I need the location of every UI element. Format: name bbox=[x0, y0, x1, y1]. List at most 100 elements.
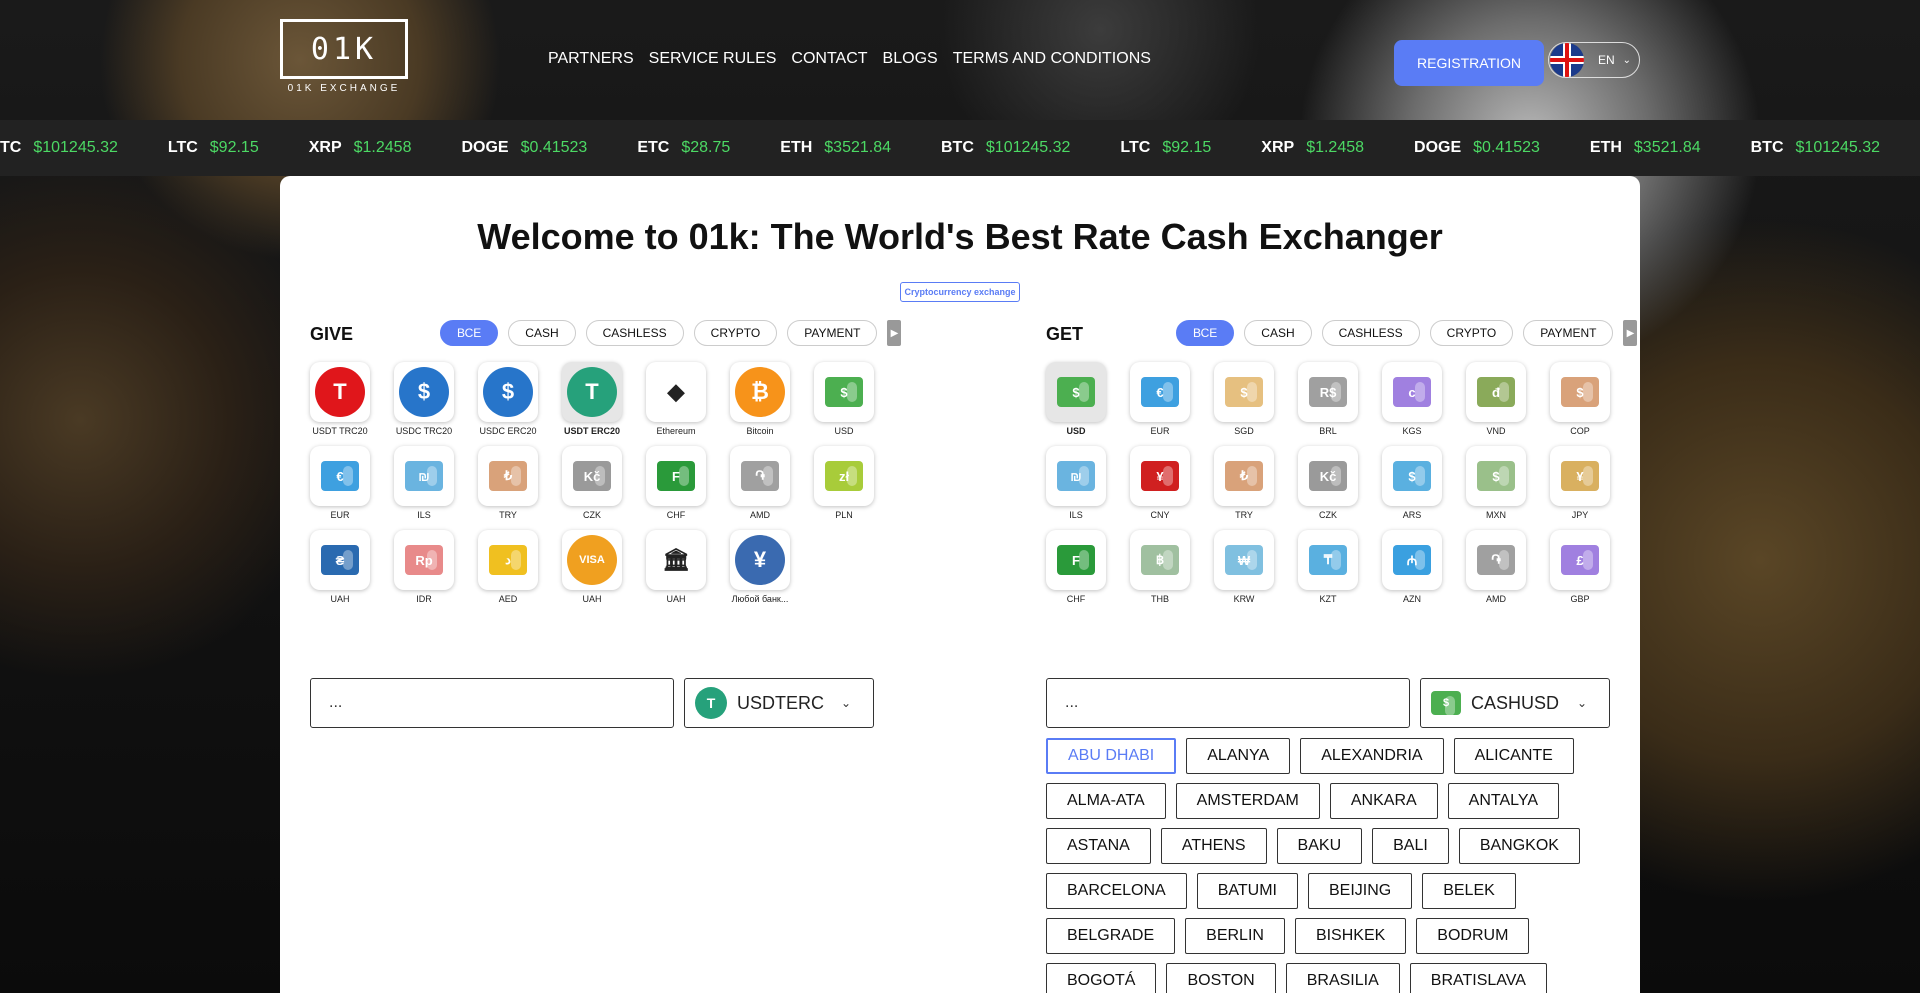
registration-button[interactable]: REGISTRATION bbox=[1394, 40, 1544, 86]
tab-cashless[interactable]: CASHLESS bbox=[1321, 320, 1420, 346]
city-button[interactable]: BATUMI bbox=[1196, 873, 1298, 909]
give-amount-input[interactable]: ... bbox=[310, 678, 674, 728]
city-button[interactable]: AMSTERDAM bbox=[1175, 783, 1320, 819]
currency-tile: ₩ bbox=[1214, 530, 1274, 590]
currency-option[interactable]: ₼ AZN bbox=[1382, 530, 1442, 614]
currency-option[interactable]: R$ BRL bbox=[1298, 362, 1358, 446]
currency-option[interactable]: VISA UAH bbox=[562, 530, 622, 614]
get-currency-grid: $ USD € EUR $ SGD R$ BRL с KGS đ VND $ COP ₪ ILS ¥ CNY ₺ TR… bbox=[1046, 362, 1610, 614]
chevron-down-icon: ⌄ bbox=[1576, 696, 1587, 710]
currency-option[interactable]: £ GBP bbox=[1550, 530, 1610, 614]
currency-option[interactable]: $ USD bbox=[814, 362, 874, 446]
city-button[interactable]: ABU DHABI bbox=[1046, 738, 1177, 774]
city-button[interactable]: ATHENS bbox=[1160, 828, 1267, 864]
city-button[interactable]: ALMA-ATA bbox=[1046, 783, 1166, 819]
tab-all[interactable]: ВСЕ bbox=[440, 320, 499, 346]
city-button[interactable]: BOSTON bbox=[1166, 963, 1276, 993]
tab-cash[interactable]: CASH bbox=[1244, 320, 1312, 346]
tab-crypto[interactable]: CRYPTO bbox=[693, 320, 778, 346]
currency-option[interactable]: $ MXN bbox=[1466, 446, 1526, 530]
tab-all[interactable]: ВСЕ bbox=[1176, 320, 1235, 346]
currency-option[interactable]: ֏ AMD bbox=[1466, 530, 1526, 614]
currency-tile: $ bbox=[394, 362, 454, 422]
currency-option[interactable]: T USDT TRC20 bbox=[310, 362, 370, 446]
currency-option[interactable]: ₺ TRY bbox=[478, 446, 538, 530]
currency-option[interactable]: ֏ AMD bbox=[730, 446, 790, 530]
get-currency-select[interactable]: $ CASHUSD ⌄ bbox=[1420, 678, 1610, 728]
currency-option[interactable]: zł PLN bbox=[814, 446, 874, 530]
currency-option[interactable]: ₪ ILS bbox=[1046, 446, 1106, 530]
city-button[interactable]: BALI bbox=[1372, 828, 1449, 864]
nav-terms[interactable]: TERMS AND CONDITIONS bbox=[953, 50, 1151, 68]
currency-option[interactable]: Kč CZK bbox=[1298, 446, 1358, 530]
city-button[interactable]: BAKU bbox=[1276, 828, 1363, 864]
city-button[interactable]: ALANYA bbox=[1186, 738, 1291, 774]
currency-option[interactable]: $ ARS bbox=[1382, 446, 1442, 530]
nav-blogs[interactable]: BLOGS bbox=[883, 50, 938, 68]
currency-option[interactable]: ₸ KZT bbox=[1298, 530, 1358, 614]
city-button[interactable]: BARCELONA bbox=[1046, 873, 1187, 909]
currency-option[interactable]: Rp IDR bbox=[394, 530, 454, 614]
city-button[interactable]: ALEXANDRIA bbox=[1300, 738, 1444, 774]
get-amount-input[interactable]: ... bbox=[1046, 678, 1410, 728]
currency-option[interactable]: ₪ ILS bbox=[394, 446, 454, 530]
nav-service-rules[interactable]: SERVICE RULES bbox=[649, 50, 777, 68]
city-button[interactable]: ANKARA bbox=[1329, 783, 1438, 819]
city-button[interactable]: BANGKOK bbox=[1458, 828, 1580, 864]
currency-option[interactable]: د AED bbox=[478, 530, 538, 614]
currency-option[interactable]: đ VND bbox=[1466, 362, 1526, 446]
tab-crypto[interactable]: CRYPTO bbox=[1429, 320, 1514, 346]
currency-option[interactable]: $ USDC ERC20 bbox=[478, 362, 538, 446]
city-button[interactable]: BERLIN bbox=[1185, 918, 1285, 954]
language-selector[interactable]: EN ⌄ bbox=[1548, 42, 1640, 78]
city-button[interactable]: BRASILIA bbox=[1285, 963, 1400, 993]
city-button[interactable]: BRATISLAVA bbox=[1409, 963, 1547, 993]
currency-tile: $ bbox=[1382, 446, 1442, 506]
city-button[interactable]: BELGRADE bbox=[1046, 918, 1176, 954]
currency-option[interactable]: $ COP bbox=[1550, 362, 1610, 446]
currency-option[interactable]: T USDT ERC20 bbox=[562, 362, 622, 446]
currency-option[interactable]: F CHF bbox=[1046, 530, 1106, 614]
currency-option[interactable]: $ SGD bbox=[1214, 362, 1274, 446]
currency-tile: $ bbox=[1466, 446, 1526, 506]
currency-option[interactable]: ₿ Bitcoin bbox=[730, 362, 790, 446]
currency-option[interactable]: Kč CZK bbox=[562, 446, 622, 530]
city-button[interactable]: BOGOTÁ bbox=[1046, 963, 1157, 993]
currency-option[interactable]: ₺ TRY bbox=[1214, 446, 1274, 530]
currency-option[interactable]: ฿ THB bbox=[1130, 530, 1190, 614]
city-button[interactable]: ASTANA bbox=[1046, 828, 1151, 864]
currency-label: GBP bbox=[1570, 594, 1590, 604]
tab-payment[interactable]: PAYMENT bbox=[787, 320, 878, 346]
currency-option[interactable]: ¥ CNY bbox=[1130, 446, 1190, 530]
currency-tile: € bbox=[1130, 362, 1190, 422]
city-button[interactable]: ANTALYA bbox=[1447, 783, 1560, 819]
currency-option[interactable]: с KGS bbox=[1382, 362, 1442, 446]
city-button[interactable]: BEIJING bbox=[1307, 873, 1413, 909]
city-button[interactable]: BELEK bbox=[1422, 873, 1516, 909]
scroll-right-icon[interactable]: ▶ bbox=[887, 320, 902, 346]
currency-option[interactable]: ₴ UAH bbox=[310, 530, 370, 614]
logo[interactable]: 01K bbox=[280, 19, 408, 79]
currency-option[interactable]: $ USD bbox=[1046, 362, 1106, 446]
city-button[interactable]: ALICANTE bbox=[1453, 738, 1574, 774]
tab-payment[interactable]: PAYMENT bbox=[1523, 320, 1614, 346]
ticker-symbol: XRP bbox=[308, 139, 342, 156]
currency-option[interactable]: ¥ JPY bbox=[1550, 446, 1610, 530]
nav-contact[interactable]: CONTACT bbox=[791, 50, 867, 68]
tab-cash[interactable]: CASH bbox=[508, 320, 576, 346]
currency-option[interactable]: 🏛 UAH bbox=[646, 530, 706, 614]
scroll-right-icon[interactable]: ▶ bbox=[1623, 320, 1638, 346]
nav-partners[interactable]: PARTNERS bbox=[548, 50, 634, 68]
currency-option[interactable]: € EUR bbox=[310, 446, 370, 530]
currency-option[interactable]: ◆ Ethereum bbox=[646, 362, 706, 446]
give-currency-select[interactable]: T USDTERC ⌄ bbox=[684, 678, 874, 728]
currency-option[interactable]: ₩ KRW bbox=[1214, 530, 1274, 614]
currency-tile: $ bbox=[1046, 362, 1106, 422]
currency-option[interactable]: F CHF bbox=[646, 446, 706, 530]
currency-option[interactable]: € EUR bbox=[1130, 362, 1190, 446]
city-button[interactable]: BODRUM bbox=[1416, 918, 1530, 954]
currency-option[interactable]: ¥ Любой банк... bbox=[730, 530, 790, 614]
city-button[interactable]: BISHKEK bbox=[1294, 918, 1407, 954]
tab-cashless[interactable]: CASHLESS bbox=[585, 320, 684, 346]
currency-option[interactable]: $ USDC TRC20 bbox=[394, 362, 454, 446]
